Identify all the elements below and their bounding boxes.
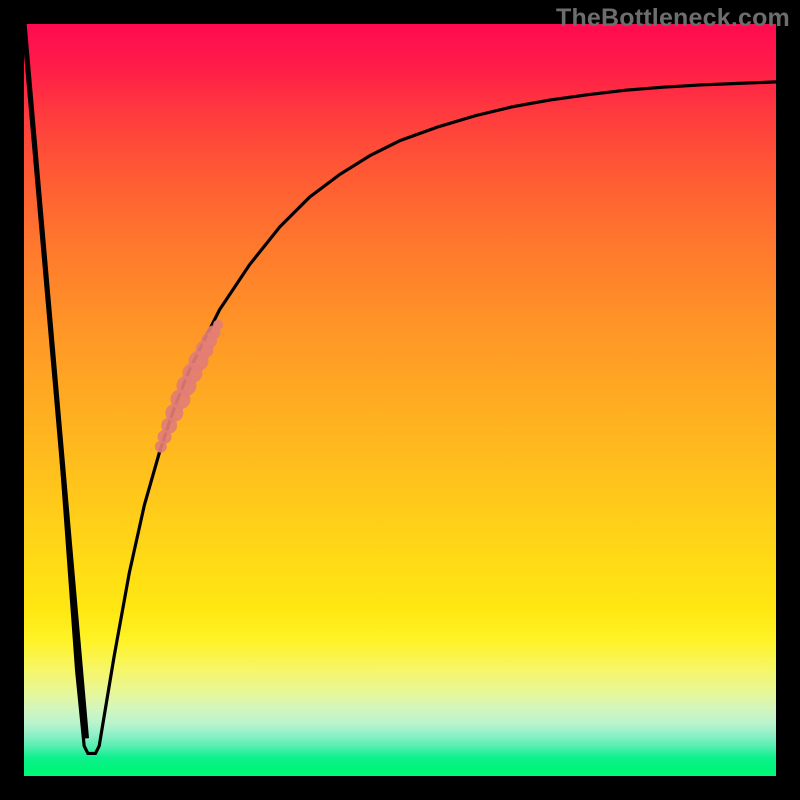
bottleneck-curve xyxy=(24,24,776,753)
highlighted-band xyxy=(155,320,223,453)
watermark-text: TheBottleneck.com xyxy=(556,4,790,33)
curve-overlay xyxy=(24,24,776,776)
marker-point xyxy=(213,320,223,330)
chart-frame: TheBottleneck.com xyxy=(0,0,800,800)
plot-area xyxy=(24,24,776,776)
